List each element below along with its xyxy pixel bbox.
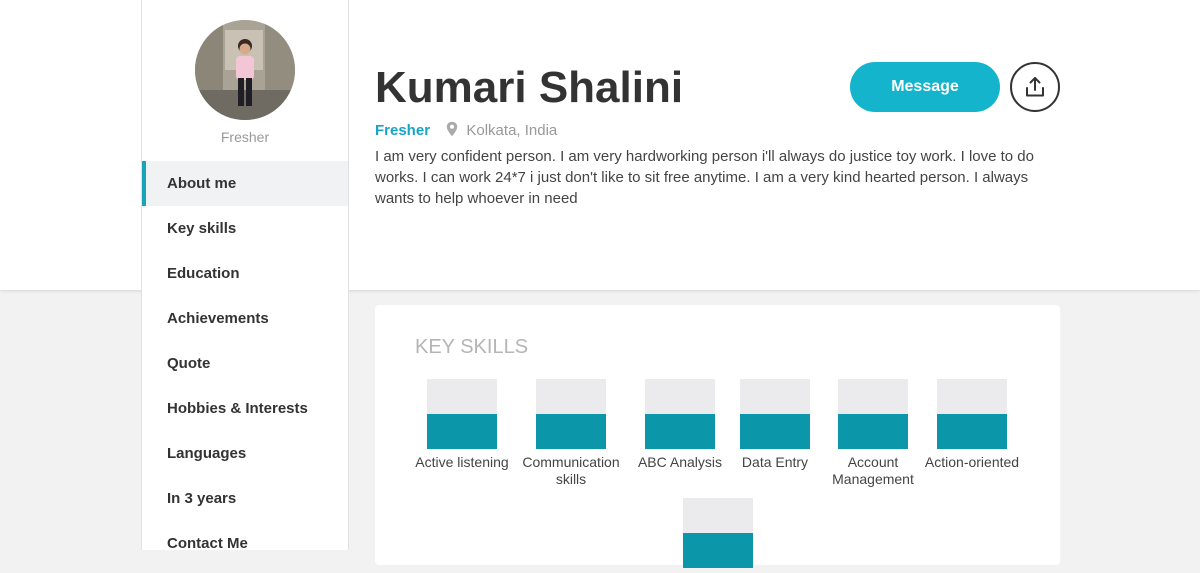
skill-item: Active listening [407, 379, 517, 471]
message-button[interactable]: Message [850, 62, 1000, 112]
skill-label: Data Entry [741, 454, 809, 470]
sidebar-item-education[interactable]: Education [142, 251, 348, 296]
skill-label: Account Management [832, 454, 914, 487]
sidebar: Fresher About me Key skills Education Ac… [141, 0, 349, 552]
sidebar-item-quote[interactable]: Quote [142, 341, 348, 386]
sidebar-item-about-me[interactable]: About me [142, 161, 348, 206]
skill-label: Communication skills [522, 454, 620, 487]
skill-item: Data Entry [720, 379, 830, 471]
skill-level-bar [838, 379, 908, 449]
skill-item: Communication skills [516, 379, 626, 488]
profile-meta: Fresher Kolkata, India [375, 121, 557, 139]
skill-item [663, 498, 773, 573]
profile-location: Kolkata, India [466, 122, 558, 139]
share-button[interactable] [1010, 62, 1060, 112]
skill-label: ABC Analysis [637, 454, 723, 470]
sidebar-item-in-3-years[interactable]: In 3 years [142, 476, 348, 521]
share-icon [1026, 77, 1044, 97]
skill-level-bar [536, 379, 606, 449]
skill-level-bar [740, 379, 810, 449]
skill-level-bar [683, 498, 753, 568]
sidebar-item-contact-me[interactable]: Contact Me [142, 521, 348, 566]
key-skills-card: KEY SKILLS Active listening Communicatio… [375, 305, 1060, 568]
skill-level-bar [937, 379, 1007, 449]
skill-item: ABC Analysis [625, 379, 735, 471]
avatar [195, 20, 295, 120]
profile-bio: I am very confident person. I am very ha… [375, 148, 1034, 207]
sidebar-item-achievements[interactable]: Achievements [142, 296, 348, 341]
profile-name: Kumari Shalini [375, 63, 684, 112]
profile-status: Fresher [375, 122, 431, 139]
skill-item: Account Management [818, 379, 928, 488]
sidebar-item-hobbies-interests[interactable]: Hobbies & Interests [142, 386, 348, 431]
skill-item: Action-oriented [917, 379, 1027, 471]
sidebar-item-languages[interactable]: Languages [142, 431, 348, 476]
key-skills-title: KEY SKILLS [415, 336, 529, 358]
location-pin-icon [446, 121, 458, 142]
skill-label: Active listening [415, 454, 509, 470]
skill-label: Action-oriented [924, 454, 1020, 470]
skill-level-bar [427, 379, 497, 449]
skill-level-bar [645, 379, 715, 449]
sidebar-item-key-skills[interactable]: Key skills [142, 206, 348, 251]
sidebar-nav: About me Key skills Education Achievemen… [142, 161, 348, 566]
sidebar-status: Fresher [220, 129, 270, 145]
